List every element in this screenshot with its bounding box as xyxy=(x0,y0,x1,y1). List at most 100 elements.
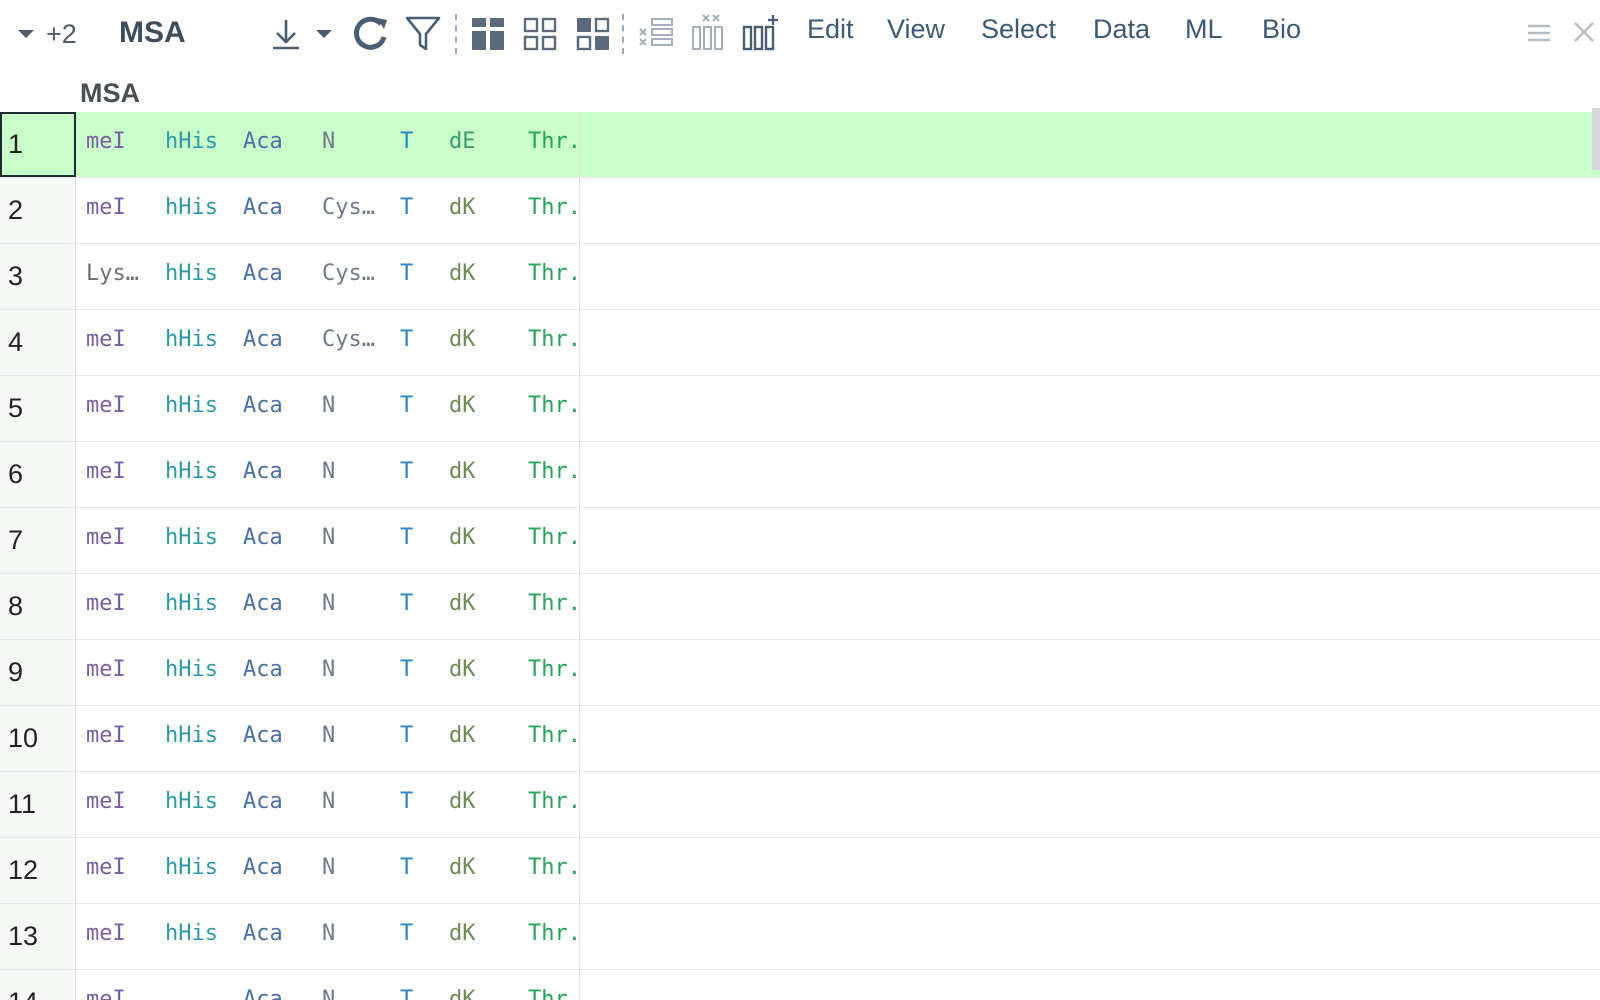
table-row[interactable]: 1 meI hHis Aca N TdE Thr. xyxy=(0,112,1600,178)
msa-sequence-cell[interactable]: meI hHis Aca Cys… TdK Thr. xyxy=(76,178,581,243)
monomer-label: Aca xyxy=(243,393,283,418)
view-title: MSA xyxy=(119,16,186,49)
monomer-label: dK xyxy=(449,261,476,286)
row-number[interactable]: 8 xyxy=(0,574,76,639)
remove-rows-icon[interactable] xyxy=(636,14,676,54)
table-row[interactable]: 2 meI hHis Aca Cys… TdK Thr. xyxy=(0,178,1600,244)
table-row[interactable]: 5 meI hHis Aca N TdK Thr. xyxy=(0,376,1600,442)
msa-sequence-cell[interactable]: meI hHis Aca N TdK Thr. xyxy=(76,574,581,639)
row-number[interactable]: 14 xyxy=(0,970,76,1000)
table-row[interactable]: 4 meI hHis Aca Cys… TdK Thr. xyxy=(0,310,1600,376)
menu-data[interactable]: Data xyxy=(1093,14,1150,45)
refresh-icon[interactable] xyxy=(350,14,390,54)
views-dropdown-icon[interactable] xyxy=(16,28,36,40)
monomer-label: hHis xyxy=(165,195,218,220)
msa-sequence-cell[interactable]: Lys… hHis Aca Cys… TdK Thr. xyxy=(76,244,581,309)
table-row[interactable]: 11 meI hHis Aca N TdK Thr. xyxy=(0,772,1600,838)
msa-sequence-cell[interactable]: meI hHis Aca N TdK Thr. xyxy=(76,838,581,903)
table-row[interactable]: 10 meI hHis Aca N TdK Thr. xyxy=(0,706,1600,772)
monomer-label: meI xyxy=(86,195,126,220)
table-row[interactable]: 6 meI hHis Aca N TdK Thr. xyxy=(0,442,1600,508)
menu-select[interactable]: Select xyxy=(981,14,1056,45)
msa-sequence-cell[interactable]: meI hHis Aca N TdK Thr. xyxy=(76,442,581,507)
msa-sequence-cell[interactable]: meI hHis Aca N TdK Thr. xyxy=(76,772,581,837)
monomer-label: Thr. xyxy=(528,789,581,814)
monomer-label: Aca xyxy=(243,591,283,616)
extra-views-count[interactable]: +2 xyxy=(46,16,77,52)
row-number[interactable]: 9 xyxy=(0,640,76,705)
row-number[interactable]: 7 xyxy=(0,508,76,573)
table-row[interactable]: 8 meI hHis Aca N TdK Thr. xyxy=(0,574,1600,640)
table-row[interactable]: 9 meI hHis Aca N TdK Thr. xyxy=(0,640,1600,706)
hamburger-menu-icon[interactable] xyxy=(1526,22,1552,44)
table-row[interactable]: 14 meI Aca N TdK Thr. xyxy=(0,970,1600,1000)
monomer-label: T xyxy=(400,657,414,682)
monomer-label: hHis xyxy=(165,723,218,748)
row-number[interactable]: 4 xyxy=(0,310,76,375)
row-number[interactable]: 13 xyxy=(0,904,76,969)
row-number[interactable]: 2 xyxy=(0,178,76,243)
row-number[interactable]: 12 xyxy=(0,838,76,903)
monomer-label: N xyxy=(322,525,336,550)
msa-sequence-cell[interactable]: meI hHis Aca Cys… TdK Thr. xyxy=(76,310,581,375)
monomer-label: meI xyxy=(86,921,126,946)
msa-sequence-cell[interactable]: meI hHis Aca N TdK Thr. xyxy=(76,508,581,573)
row-number[interactable]: 1 xyxy=(0,112,76,177)
table-row[interactable]: 13 meI hHis Aca N TdK Thr. xyxy=(0,904,1600,970)
monomer-label: Aca xyxy=(243,261,283,286)
monomer-label: Aca xyxy=(243,987,283,1000)
table-row[interactable]: 3 Lys… hHis Aca Cys… TdK Thr. xyxy=(0,244,1600,310)
remove-columns-icon[interactable] xyxy=(688,12,728,54)
filter-icon[interactable] xyxy=(404,14,442,54)
monomer-label: T xyxy=(400,129,414,154)
vertical-scrollbar[interactable] xyxy=(1592,108,1600,170)
download-icon[interactable] xyxy=(268,16,304,52)
column-header-msa[interactable]: MSA xyxy=(80,78,140,109)
monomer-label: hHis xyxy=(165,459,218,484)
monomer-label: dK xyxy=(449,591,476,616)
msa-sequence-cell[interactable]: meI hHis Aca N TdK Thr. xyxy=(76,640,581,705)
msa-sequence-cell[interactable]: meI hHis Aca N TdK Thr. xyxy=(76,706,581,771)
monomer-label: meI xyxy=(86,657,126,682)
monomer-label: N xyxy=(322,723,336,748)
msa-sequence-cell[interactable]: meI Aca N TdK Thr. xyxy=(76,970,581,1000)
close-icon[interactable] xyxy=(1572,20,1596,44)
menu-edit[interactable]: Edit xyxy=(807,14,854,45)
msa-sequence-cell[interactable]: meI hHis Aca N TdK Thr. xyxy=(76,376,581,441)
menu-bio[interactable]: Bio xyxy=(1262,14,1301,45)
table-row[interactable]: 7 meI hHis Aca N TdK Thr. xyxy=(0,508,1600,574)
toolbar-separator xyxy=(622,14,624,54)
monomer-label: T xyxy=(400,459,414,484)
monomer-label: N xyxy=(322,591,336,616)
row-number[interactable]: 6 xyxy=(0,442,76,507)
row-number[interactable]: 10 xyxy=(0,706,76,771)
table-row[interactable]: 12 meI hHis Aca N TdK Thr. xyxy=(0,838,1600,904)
monomer-label: Aca xyxy=(243,855,283,880)
download-options-chevron-down-icon[interactable] xyxy=(314,28,334,40)
monomer-label: hHis xyxy=(165,657,218,682)
grid-layout-filled-icon[interactable] xyxy=(468,14,508,54)
menu-view[interactable]: View xyxy=(887,14,945,45)
monomer-label: dE xyxy=(449,129,476,154)
data-grid[interactable]: 1 meI hHis Aca N TdE Thr. 2 meI hHis Aca Cys… TdK Thr… xyxy=(0,112,1600,1000)
grid-layout-mixed-icon[interactable] xyxy=(573,14,613,54)
msa-sequence-cell[interactable]: meI hHis Aca N TdK Thr. xyxy=(76,904,581,969)
grid-layout-outline-icon[interactable] xyxy=(520,14,560,54)
monomer-label: hHis xyxy=(165,129,218,154)
monomer-label: Thr. xyxy=(528,195,581,220)
monomer-label: N xyxy=(322,855,336,880)
msa-sequence-cell[interactable]: meI hHis Aca N TdE Thr. xyxy=(76,112,581,177)
monomer-label: meI xyxy=(86,987,126,1000)
monomer-label: N xyxy=(322,129,336,154)
monomer-label: hHis xyxy=(165,591,218,616)
row-number[interactable]: 5 xyxy=(0,376,76,441)
monomer-label: hHis xyxy=(165,327,218,352)
row-number[interactable]: 11 xyxy=(0,772,76,837)
row-number[interactable]: 3 xyxy=(0,244,76,309)
menu-ml[interactable]: ML xyxy=(1185,14,1223,45)
monomer-label: Thr. xyxy=(528,987,581,1000)
add-columns-icon[interactable] xyxy=(740,12,780,54)
monomer-label: Thr. xyxy=(528,129,581,154)
monomer-label: N xyxy=(322,987,336,1000)
monomer-label: Aca xyxy=(243,921,283,946)
